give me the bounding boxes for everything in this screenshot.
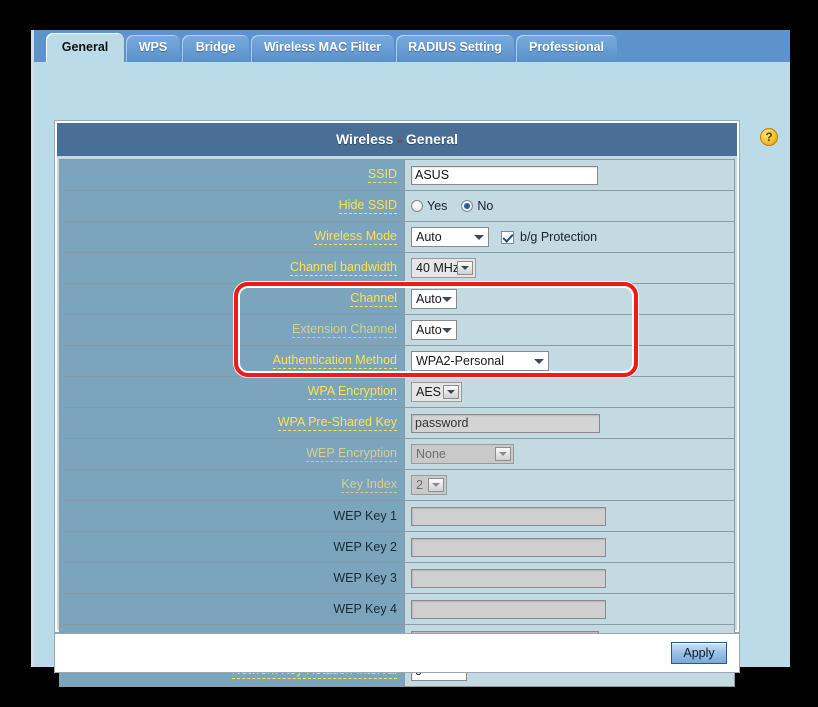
label-channel-text: Channel [350,291,397,307]
apply-bar: Apply [54,633,740,673]
settings-card: Wireless - General SSID [54,120,740,633]
label-extension-channel: Extension Channel [60,315,405,345]
tab-bridge[interactable]: Bridge [182,35,249,62]
channel-bandwidth-select[interactable]: 40 MHz [411,258,476,278]
ssid-input[interactable] [411,166,598,185]
label-ssid-text: SSID [368,167,397,183]
chevron-down-icon [495,447,511,461]
label-wpa-encryption: WPA Encryption [60,377,405,407]
label-key-index: Key Index [60,470,405,500]
channel-value: Auto [416,292,442,306]
row-wep-key-3: WEP Key 3 [60,563,734,594]
apply-button[interactable]: Apply [671,642,727,664]
tab-wireless-mac-filter[interactable]: Wireless MAC Filter [251,35,394,62]
tab-content-panel: ? Wireless - General SSID [34,62,790,667]
label-wep-encryption: WEP Encryption [60,439,405,469]
row-authentication-method: Authentication Method WPA2-Personal [60,346,734,377]
wep-encryption-select[interactable]: None [411,444,514,464]
label-ssid: SSID [60,160,405,190]
label-wep-key-2: WEP Key 2 [60,532,405,562]
wep-key-2-input[interactable] [411,538,606,557]
row-channel-bandwidth: Channel bandwidth 40 MHz [60,253,734,284]
router-admin-window: General WPS Bridge Wireless MAC Filter R… [31,30,787,667]
row-wep-key-2: WEP Key 2 [60,532,734,563]
label-wep-key-4: WEP Key 4 [60,594,405,624]
tab-radius-setting[interactable]: RADIUS Setting [396,35,514,62]
hide-ssid-label-no[interactable]: No [477,199,493,213]
extension-channel-select[interactable]: Auto [411,320,457,340]
authentication-method-select[interactable]: WPA2-Personal [411,351,549,371]
label-wep-key-2-text: WEP Key 2 [333,540,397,555]
label-wpa-pre-shared-key: WPA Pre-Shared Key [60,408,405,438]
key-index-select[interactable]: 2 [411,475,447,495]
label-hide-ssid: Hide SSID [60,191,405,221]
title-dash: - [397,131,402,147]
wep-encryption-value: None [416,447,446,461]
authentication-method-value: WPA2-Personal [416,354,504,368]
row-wep-key-4: WEP Key 4 [60,594,734,625]
channel-select[interactable]: Auto [411,289,457,309]
row-extension-channel: Extension Channel Auto [60,315,734,346]
label-extension-channel-text: Extension Channel [292,322,397,338]
row-wep-encryption: WEP Encryption None [60,439,734,470]
tab-professional[interactable]: Professional [516,35,617,62]
wireless-mode-value: Auto [416,230,442,244]
chevron-down-icon [442,297,452,302]
extension-channel-value: Auto [416,323,442,337]
row-channel: Channel Auto [60,284,734,315]
help-icon[interactable]: ? [760,128,778,146]
label-wep-encryption-text: WEP Encryption [306,446,397,462]
hide-ssid-radio-yes[interactable] [411,200,423,212]
label-wireless-mode-text: Wireless Mode [314,229,397,245]
wep-key-1-input[interactable] [411,507,606,526]
label-key-index-text: Key Index [341,477,397,493]
page-title: Wireless - General [57,123,737,156]
wireless-mode-select[interactable]: Auto [411,227,489,247]
wep-key-4-input[interactable] [411,600,606,619]
label-channel-bandwidth: Channel bandwidth [60,253,405,283]
row-ssid: SSID [60,160,734,191]
label-channel-bandwidth-text: Channel bandwidth [290,260,397,276]
label-wireless-mode: Wireless Mode [60,222,405,252]
wep-key-3-input[interactable] [411,569,606,588]
label-wpa-encryption-text: WPA Encryption [308,384,397,400]
channel-bandwidth-value: 40 MHz [416,261,459,275]
chevron-down-icon [442,328,452,333]
label-authentication-method-text: Authentication Method [273,353,397,369]
label-wep-key-4-text: WEP Key 4 [333,602,397,617]
label-hide-ssid-text: Hide SSID [339,198,397,214]
label-wep-key-3: WEP Key 3 [60,563,405,593]
label-wep-key-1-text: WEP Key 1 [333,509,397,524]
label-wep-key-1: WEP Key 1 [60,501,405,531]
row-wireless-mode: Wireless Mode Auto b/g Protection [60,222,734,253]
hide-ssid-radio-group: Yes No [411,199,503,213]
row-wep-key-1: WEP Key 1 [60,501,734,532]
settings-table: SSID Hide SSID [59,159,735,687]
key-index-value: 2 [416,478,423,492]
tab-bar: General WPS Bridge Wireless MAC Filter R… [34,30,790,62]
row-wpa-pre-shared-key: WPA Pre-Shared Key [60,408,734,439]
hide-ssid-label-yes[interactable]: Yes [427,199,447,213]
chevron-down-icon [534,359,544,364]
chevron-down-icon [457,261,473,275]
tab-wps[interactable]: WPS [126,35,180,62]
tab-general[interactable]: General [46,33,124,62]
chevron-down-icon [443,385,459,399]
wpa-encryption-select[interactable]: AES [411,382,462,402]
screenshot-root: General WPS Bridge Wireless MAC Filter R… [0,0,818,707]
row-wpa-encryption: WPA Encryption AES [60,377,734,408]
chevron-down-icon [474,235,484,240]
chevron-down-icon [428,478,444,492]
wpa-pre-shared-key-input[interactable] [411,414,600,433]
label-channel: Channel [60,284,405,314]
row-hide-ssid: Hide SSID Yes No [60,191,734,222]
bg-protection-checkbox[interactable] [501,231,514,244]
label-wep-key-3-text: WEP Key 3 [333,571,397,586]
label-authentication-method: Authentication Method [60,346,405,376]
hide-ssid-radio-no[interactable] [461,200,473,212]
bg-protection-label: b/g Protection [520,230,597,244]
row-key-index: Key Index 2 [60,470,734,501]
label-wpa-pre-shared-key-text: WPA Pre-Shared Key [278,415,397,431]
wpa-encryption-value: AES [416,385,441,399]
